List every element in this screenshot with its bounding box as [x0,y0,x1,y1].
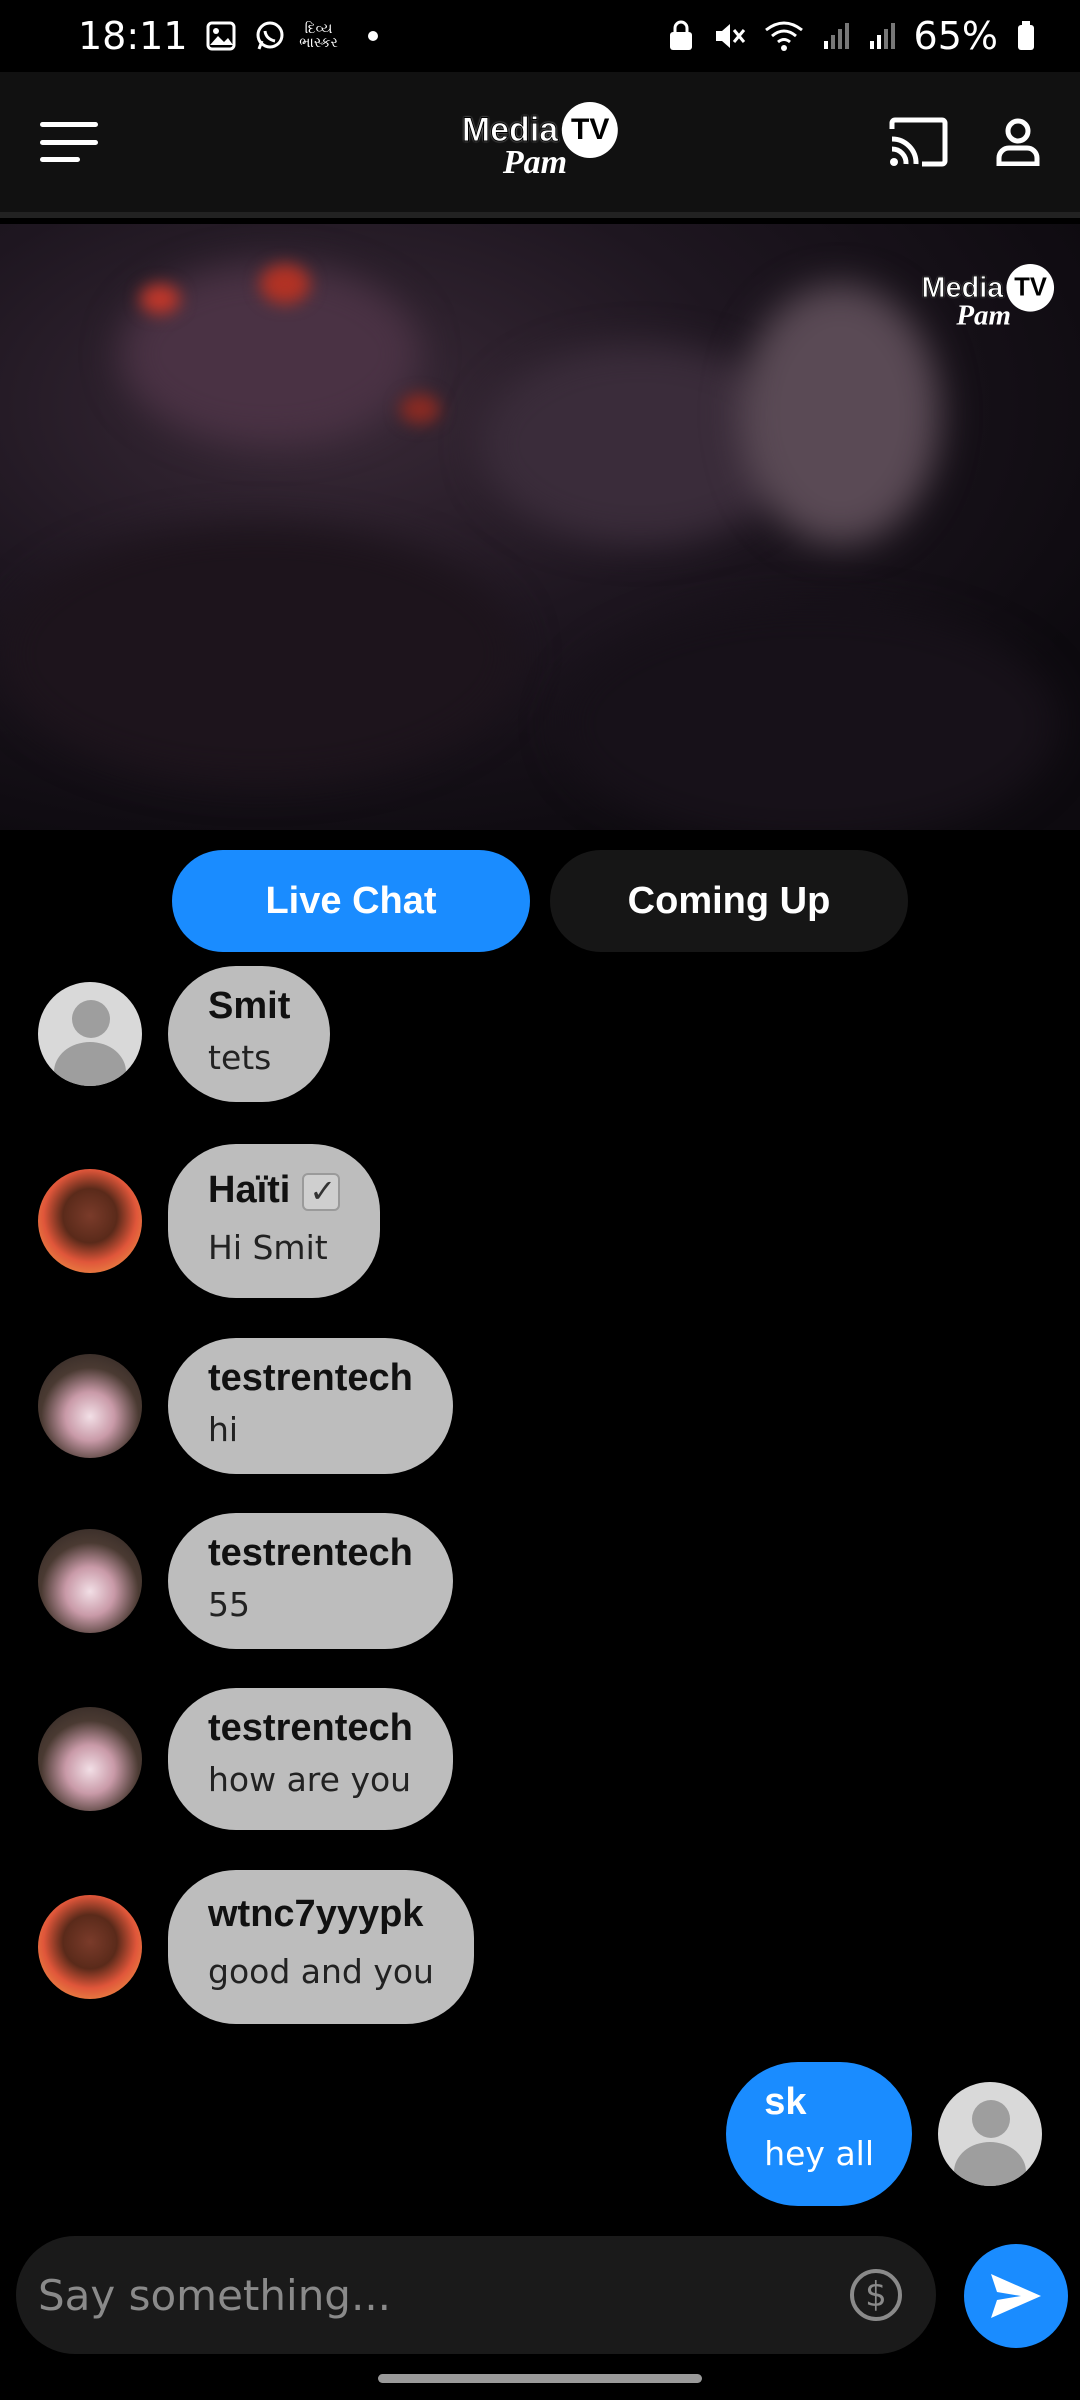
avatar[interactable] [38,1169,142,1273]
clock: 18:11 [78,14,188,58]
chat-message: testrentech hi [38,1338,453,1474]
message-text: tets [208,1037,272,1077]
message-text: hi [208,1409,239,1449]
message-text: good and you [208,1951,434,1991]
message-author: testrentech [208,1357,413,1399]
status-right: 65% [668,14,1036,58]
menu-icon[interactable] [40,122,100,162]
message-bubble: testrentech how are you [168,1688,453,1830]
message-author: testrentech [208,1532,413,1574]
message-author: Smit [208,985,291,1027]
own-avatar[interactable] [938,2082,1042,2186]
send-button[interactable] [964,2244,1068,2348]
gallery-icon [206,21,236,51]
tab-live-chat[interactable]: Live Chat [172,850,530,952]
message-text: 55 [208,1584,250,1624]
message-input[interactable] [36,2269,850,2321]
battery-icon [1016,20,1036,52]
message-text: Hi Smit [208,1227,328,1267]
appbar-actions [888,117,1040,167]
status-bar: 18:11 દિવ્ય ભાસ્કર 65% [0,0,1080,72]
app-logo: Media TV Pam [461,102,619,182]
chat-message: wtnc7yyypk good and you [38,1870,474,2024]
logo-tv-badge: TV [562,102,619,158]
message-author: wtnc7yyypk [208,1893,424,1935]
message-input-bar: $ [16,2236,936,2354]
chat-message: testrentech how are you [38,1688,453,1830]
avatar[interactable] [38,1707,142,1811]
watermark-tv-badge: TV [1006,264,1054,312]
news-app-icon: દિવ્ય ભાસ્કર [299,21,338,51]
chat-message: Smit tets [38,966,331,1102]
message-bubble: testrentech hi [168,1338,453,1474]
message-bubble: wtnc7yyypk good and you [168,1870,474,2024]
message-bubble: Haïti Hi Smit [168,1144,381,1298]
video-player[interactable]: Media TV Pam [0,224,1080,830]
home-indicator[interactable] [378,2374,702,2383]
tab-coming-up[interactable]: Coming Up [550,850,908,952]
avatar[interactable] [38,1354,142,1458]
signal-icon-2 [868,21,896,51]
tip-dollar-icon[interactable]: $ [850,2269,902,2321]
signal-icon [822,21,850,51]
video-watermark-logo: Media TV Pam [921,264,1054,332]
screen: 18:11 દિવ્ય ભાસ્કર 65% Media TV Pam Medi… [0,0,1080,2400]
more-notifications-dot [367,31,378,41]
message-bubble: testrentech 55 [168,1513,453,1649]
own-message-text: hey all [764,2133,874,2173]
whatsapp-icon [254,20,286,52]
cast-icon[interactable] [888,117,948,167]
chat-message: testrentech 55 [38,1513,453,1649]
profile-icon[interactable] [996,118,1040,166]
avatar[interactable] [38,1895,142,1999]
mute-icon [712,20,746,52]
logo-pam-text: Pam [502,144,568,181]
chat-message: Haïti Hi Smit [38,1144,381,1298]
status-left: 18:11 દિવ્ય ભાસ્કર [78,14,378,58]
message-text: how are you [208,1759,412,1799]
own-message-bubble: sk hey all [726,2062,912,2206]
message-bubble: Smit tets [168,966,331,1102]
message-author: Haïti [208,1169,291,1211]
avatar[interactable] [38,1529,142,1633]
message-author-row: Haïti [208,1168,341,1214]
chat-tabs: Live Chat Coming Up [0,850,1080,954]
own-chat-message: sk hey all [726,2062,1042,2206]
avatar[interactable] [38,982,142,1086]
app-bar: Media TV Pam [0,72,1080,218]
battery-percent: 65% [913,14,998,58]
verified-check-icon [302,1172,341,1211]
lock-icon [668,20,694,52]
own-message-author: sk [764,2081,807,2123]
wifi-icon [764,20,804,52]
message-author: testrentech [208,1707,413,1749]
send-icon [991,2274,1041,2318]
watermark-pam-text: Pam [955,299,1011,332]
